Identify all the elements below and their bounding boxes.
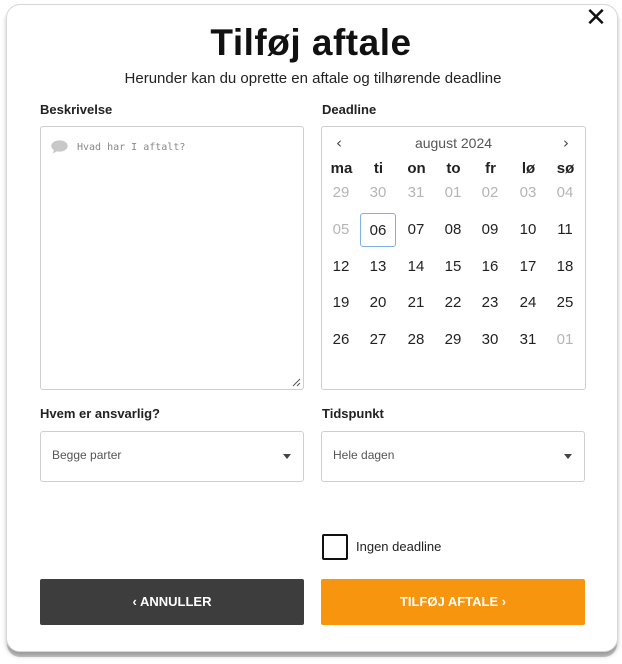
calendar-day[interactable]: 14 (398, 250, 434, 284)
calendar-day-outside: 02 (481, 184, 499, 201)
weekday-header: ti (373, 160, 384, 177)
weekday-header: fr (485, 160, 496, 177)
calendar-day[interactable]: 13 (360, 250, 396, 284)
no-deadline-label: Ingen deadline (356, 539, 442, 554)
weekday-header: on (407, 160, 426, 177)
calendar-day[interactable]: 29 (435, 323, 471, 357)
next-month-icon[interactable]: › (563, 134, 569, 152)
caret-down-icon (283, 454, 291, 459)
calendar-day-outside: 01 (556, 331, 574, 348)
calendar-day[interactable]: 12 (323, 250, 359, 284)
calendar-day[interactable]: 27 (360, 323, 396, 357)
calendar-day[interactable]: 30 (472, 323, 508, 357)
weekday-header: to (446, 160, 461, 177)
responsible-select[interactable]: Begge parter (40, 431, 304, 482)
calendar-day-outside: 04 (556, 184, 574, 201)
no-deadline-checkbox[interactable] (322, 534, 348, 560)
calendar-day-outside: 31 (407, 184, 425, 201)
weekday-header: lø (521, 160, 536, 177)
calendar-day-selected[interactable]: 06 (360, 213, 396, 247)
calendar-day[interactable]: 24 (510, 286, 546, 320)
calendar-day-outside: 30 (369, 184, 387, 201)
calendar-day-outside: 29 (332, 184, 350, 201)
calendar-day[interactable]: 20 (360, 286, 396, 320)
calendar-day-outside: 05 (332, 221, 350, 238)
dialog-subtitle: Herunder kan du oprette en aftale og til… (124, 70, 502, 87)
calendar-day[interactable]: 15 (435, 250, 471, 284)
deadline-calendar: ‹ august 2024 › ma ti on to fr lø sø 29 30 31 01 02… (321, 126, 586, 390)
responsible-value: Begge parter (52, 448, 122, 462)
description-textarea[interactable]: Hvad har I aftalt? (40, 126, 304, 390)
dialog-title: Tilføj aftale (210, 22, 412, 63)
calendar-day-outside: 03 (519, 184, 537, 201)
time-label: Tidspunkt (322, 406, 384, 421)
description-placeholder: Hvad har I aftalt? (77, 142, 186, 153)
calendar-day[interactable]: 22 (435, 286, 471, 320)
resize-handle-icon[interactable] (292, 378, 301, 387)
calendar-day[interactable]: 18 (547, 250, 583, 284)
time-value: Hele dagen (333, 448, 395, 462)
calendar-day[interactable]: 09 (472, 213, 508, 247)
responsible-label: Hvem er ansvarlig? (40, 406, 160, 421)
calendar-day[interactable]: 16 (472, 250, 508, 284)
calendar-day[interactable]: 07 (398, 213, 434, 247)
caret-down-icon (564, 454, 572, 459)
chat-bubble-icon (51, 140, 68, 154)
calendar-day[interactable]: 23 (472, 286, 508, 320)
calendar-day[interactable]: 25 (547, 286, 583, 320)
calendar-day-outside: 01 (444, 184, 462, 201)
calendar-day[interactable]: 21 (398, 286, 434, 320)
calendar-day[interactable]: 10 (510, 213, 546, 247)
deadline-label: Deadline (322, 102, 377, 117)
calendar-day[interactable]: 26 (323, 323, 359, 357)
description-label: Beskrivelse (40, 102, 113, 117)
cancel-button[interactable]: ‹ ANNULLER (40, 579, 304, 625)
weekday-header: sø (556, 160, 575, 177)
calendar-day[interactable]: 11 (547, 213, 583, 247)
weekday-header: ma (330, 160, 353, 177)
add-agreement-button[interactable]: TILFØJ AFTALE › (321, 579, 585, 625)
time-select[interactable]: Hele dagen (321, 431, 585, 482)
calendar-month-label: august 2024 (414, 135, 493, 151)
calendar-day[interactable]: 08 (435, 213, 471, 247)
calendar-day[interactable]: 17 (510, 250, 546, 284)
calendar-day[interactable]: 31 (510, 323, 546, 357)
calendar-day[interactable]: 28 (398, 323, 434, 357)
calendar-day[interactable]: 19 (323, 286, 359, 320)
